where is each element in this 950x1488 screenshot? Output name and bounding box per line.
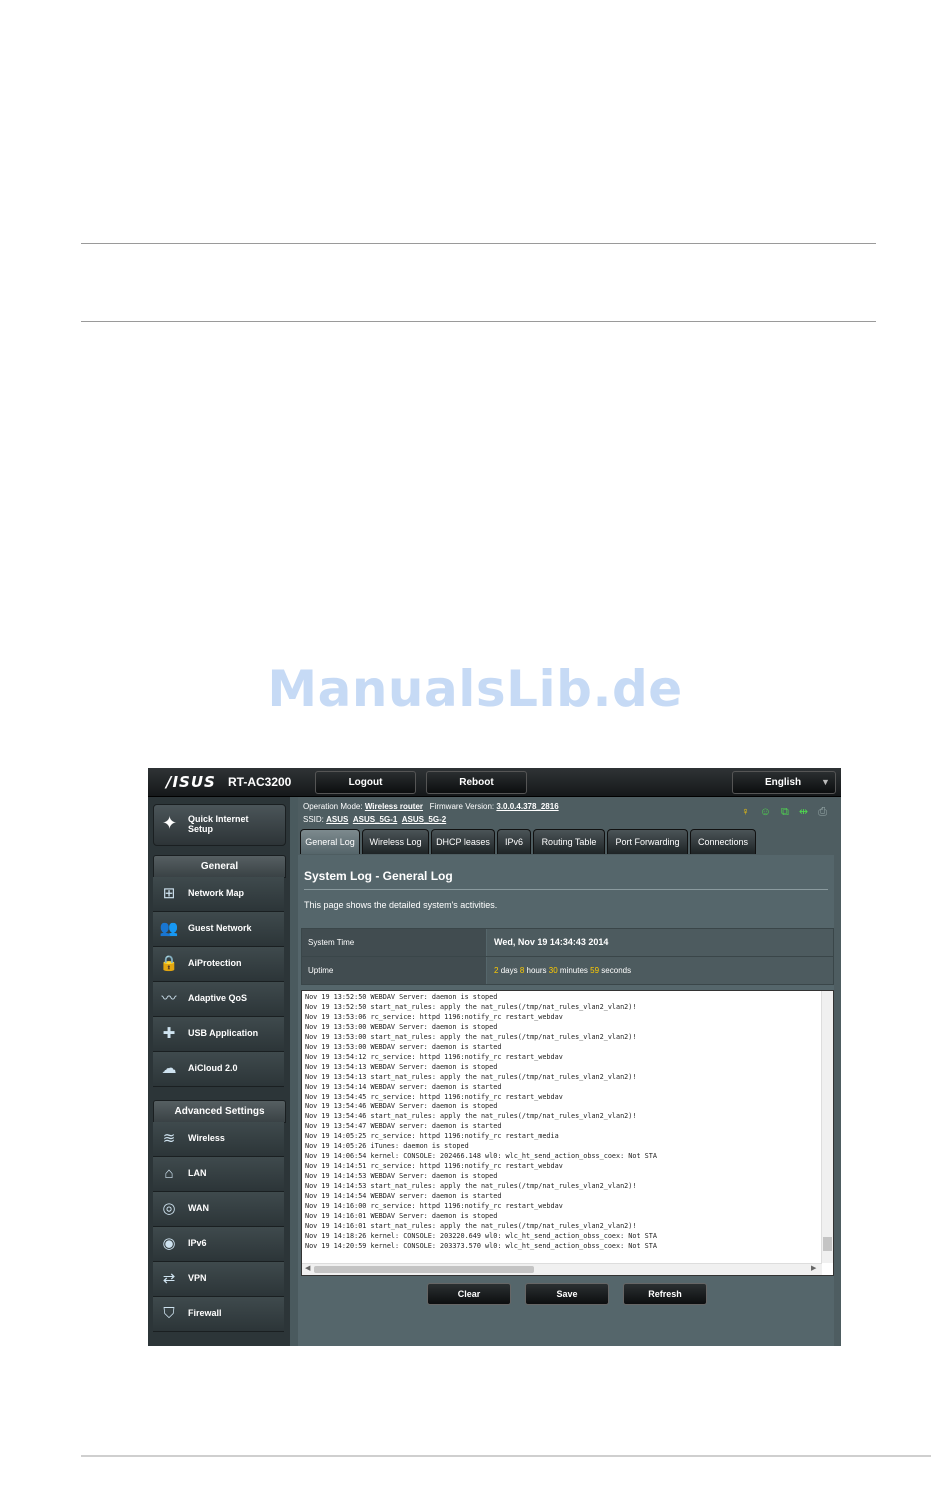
top-bar: /ISUS RT-AC3200 Logout Reboot English ▼ [148, 768, 841, 797]
puzzle-icon: ✚ [162, 1025, 176, 1042]
sidebar-item-aicloud[interactable]: ☁ AiCloud 2.0 [153, 1052, 284, 1087]
op-mode-link[interactable]: Wireless router [365, 802, 423, 811]
wifi-icon: ≋ [162, 1130, 176, 1147]
header-rule-top [81, 243, 876, 244]
quick-internet-setup-button[interactable]: ✦ Quick Internet Setup [153, 804, 286, 846]
ipv6-globe-icon: ◉ [162, 1235, 176, 1252]
sidebar-item-label: Wireless [188, 1133, 225, 1143]
table-row-uptime: Uptime 2 days 8 hours 30 minutes 59 seco… [301, 956, 834, 985]
sidebar-item-vpn[interactable]: ⇄ VPN [153, 1262, 284, 1297]
tab-port-forwarding[interactable]: Port Forwarding [607, 829, 688, 854]
system-time-value: Wed, Nov 19 14:34:43 2014 [487, 929, 833, 956]
qos-chart-icon: 〰 [161, 990, 177, 1007]
header-rule-bottom [81, 321, 876, 322]
advanced-settings-header: Advanced Settings [153, 1100, 286, 1123]
sidebar-item-usb-application[interactable]: ✚ USB Application [153, 1017, 284, 1052]
magic-wand-icon: ✦ [162, 813, 178, 833]
sidebar: ✦ Quick Internet Setup General ⊞ Network … [148, 797, 290, 1346]
lock-icon: 🔒 [159, 955, 179, 972]
log-textarea[interactable]: Nov 19 13:52:50 WEBDAV Server: daemon is… [301, 990, 834, 1276]
refresh-button[interactable]: Refresh [623, 1283, 707, 1305]
main-content: Operation Mode: Wireless router Firmware… [298, 797, 841, 1346]
page-title: System Log - General Log [304, 869, 453, 883]
vertical-scrollbar[interactable] [821, 991, 833, 1263]
sidebar-item-aiprotection[interactable]: 🔒 AiProtection [153, 947, 284, 982]
scroll-left-arrow-icon[interactable]: ◀ [305, 1264, 310, 1272]
chevron-down-icon: ▼ [821, 777, 830, 787]
status-icons: ♀ ☺ ⧉ ⇹ ⎙ [734, 805, 827, 819]
client-icon[interactable]: ☺ [760, 806, 771, 818]
sidebar-item-label: VPN [188, 1273, 207, 1283]
firmware-label: Firmware Version: [429, 802, 495, 811]
tab-general-log[interactable]: General Log [300, 829, 360, 854]
uptime-label: Uptime [302, 957, 486, 984]
sidebar-item-network-map[interactable]: ⊞ Network Map [153, 877, 284, 912]
sidebar-item-label: Firewall [188, 1308, 222, 1318]
title-divider [304, 889, 828, 890]
printer-icon[interactable]: ⎙ [818, 806, 827, 818]
system-time-label: System Time [302, 929, 486, 956]
sidebar-item-label: IPv6 [188, 1238, 207, 1248]
horizontal-scrollbar[interactable]: ◀ ▶ [302, 1263, 822, 1275]
vertical-scroll-thumb[interactable] [823, 1237, 832, 1251]
reboot-button[interactable]: Reboot [426, 771, 527, 794]
asus-logo: /ISUS [166, 773, 216, 791]
sidebar-item-label: Adaptive QoS [188, 993, 248, 1003]
model-name: RT-AC3200 [228, 775, 292, 789]
sidebar-item-wireless[interactable]: ≋ Wireless [153, 1122, 284, 1157]
home-icon: ⌂ [164, 1165, 174, 1182]
router-info: Operation Mode: Wireless router Firmware… [303, 800, 559, 826]
sidebar-item-label: AiCloud 2.0 [188, 1063, 238, 1073]
clear-button[interactable]: Clear [427, 1283, 511, 1305]
page-description: This page shows the detailed system's ac… [304, 900, 498, 910]
logout-button[interactable]: Logout [315, 771, 416, 794]
save-button[interactable]: Save [525, 1283, 609, 1305]
ssid-link-3[interactable]: ASUS_5G-2 [402, 815, 446, 824]
general-log-panel: System Log - General Log This page shows… [298, 855, 834, 1346]
network-map-icon: ⊞ [162, 885, 176, 902]
log-content: Nov 19 13:52:50 WEBDAV Server: daemon is… [305, 993, 657, 1250]
ssid-link-2[interactable]: ASUS_5G-1 [353, 815, 397, 824]
app-icon[interactable]: ⧉ [781, 806, 789, 818]
language-select[interactable]: English ▼ [732, 771, 836, 794]
scroll-right-arrow-icon[interactable]: ▶ [811, 1264, 816, 1272]
router-screenshot: /ISUS RT-AC3200 Logout Reboot English ▼ … [148, 768, 841, 1346]
language-value: English [765, 777, 802, 788]
op-mode-label: Operation Mode: [303, 802, 363, 811]
ssid-link-1[interactable]: ASUS [326, 815, 348, 824]
cloud-icon: ☁ [161, 1060, 177, 1077]
sidebar-item-label: WAN [188, 1203, 209, 1213]
wifi-icon[interactable]: ♀ [741, 806, 749, 818]
sidebar-item-ipv6[interactable]: ◉ IPv6 [153, 1227, 284, 1262]
sidebar-item-firewall[interactable]: ⛉ Firewall [153, 1297, 284, 1332]
usb-icon[interactable]: ⇹ [799, 806, 808, 818]
sidebar-item-label: Network Map [188, 888, 245, 898]
shield-icon: ⛉ [163, 1305, 175, 1322]
sidebar-item-guest-network[interactable]: 👥 Guest Network [153, 912, 284, 947]
sidebar-item-label: LAN [188, 1168, 207, 1178]
sidebar-item-adaptive-qos[interactable]: 〰 Adaptive QoS [153, 982, 284, 1017]
vpn-icon: ⇄ [162, 1270, 176, 1287]
tab-routing-table[interactable]: Routing Table [533, 829, 605, 854]
sidebar-item-wan[interactable]: ◎ WAN [153, 1192, 284, 1227]
table-row-system-time: System Time Wed, Nov 19 14:34:43 2014 [301, 928, 834, 957]
footer-rule [81, 1455, 931, 1457]
globe-icon: ◎ [162, 1200, 176, 1217]
ssid-label: SSID: [303, 815, 324, 824]
sidebar-item-label: Guest Network [188, 923, 252, 933]
sidebar-item-label: AiProtection [188, 958, 242, 968]
tab-dhcp-leases[interactable]: DHCP leases [431, 829, 495, 854]
watermark: ManualsLib.de [267, 660, 683, 718]
tab-wireless-log[interactable]: Wireless Log [362, 829, 429, 854]
sidebar-item-lan[interactable]: ⌂ LAN [153, 1157, 284, 1192]
tab-ipv6[interactable]: IPv6 [497, 829, 531, 854]
guest-network-icon: 👥 [159, 920, 179, 937]
general-header: General [153, 855, 286, 878]
horizontal-scroll-thumb[interactable] [314, 1266, 534, 1273]
tab-connections[interactable]: Connections [690, 829, 756, 854]
qis-label: Quick Internet Setup [188, 814, 249, 834]
sidebar-item-label: USB Application [188, 1028, 259, 1038]
firmware-link[interactable]: 3.0.0.4.378_2816 [496, 802, 558, 811]
uptime-value: 2 days 8 hours 30 minutes 59 seconds [487, 957, 833, 984]
